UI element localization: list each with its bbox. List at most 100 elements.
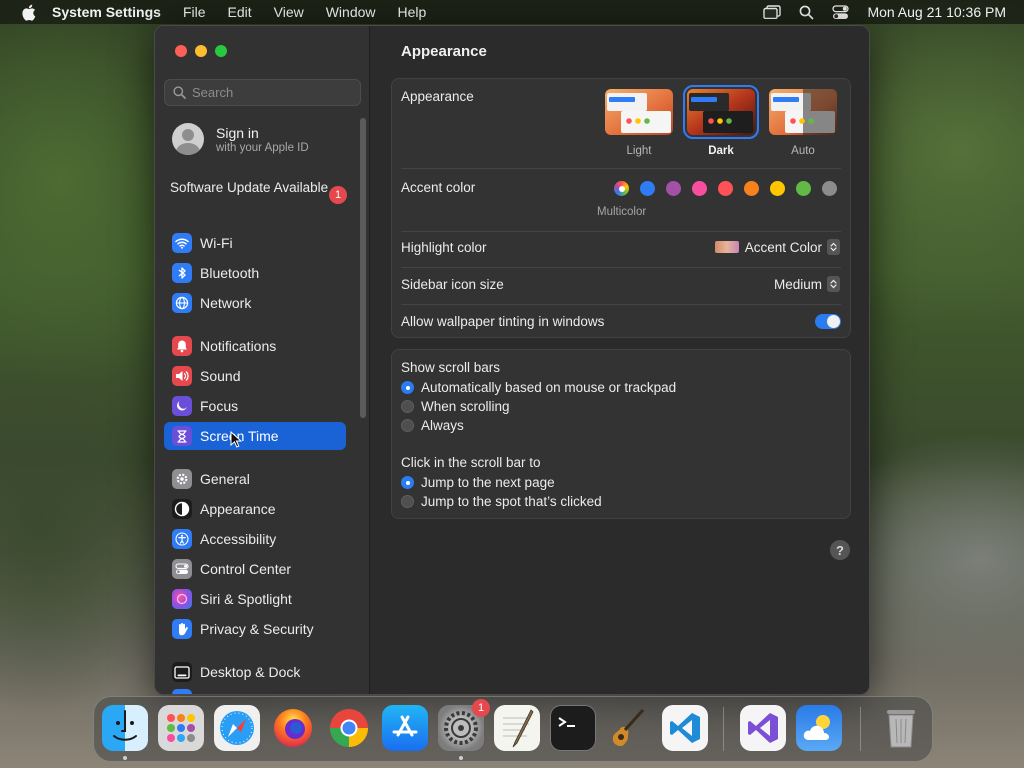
notification-badge: 1 [472, 699, 490, 717]
chevron-updown-icon [827, 239, 840, 255]
accent-color-label: Accent color [401, 180, 476, 195]
wallpaper-tinting-toggle[interactable] [815, 314, 841, 329]
appearance-light-option[interactable] [605, 89, 673, 135]
sidebar-item-siri[interactable]: Siri & Spotlight [164, 585, 346, 613]
mouse-cursor-icon [230, 431, 242, 448]
sidebar-item-label: Sound [200, 368, 241, 384]
sidebar-item-label: Notifications [200, 338, 277, 354]
chrome-icon[interactable] [326, 705, 372, 751]
system-settings-icon[interactable]: 1 [438, 699, 490, 751]
finder-icon[interactable] [102, 705, 148, 751]
safari-icon[interactable] [214, 705, 260, 751]
running-indicator [123, 756, 127, 760]
menu-window[interactable]: Window [326, 4, 376, 20]
wallpaper-tinting-label: Allow wallpaper tinting in windows [401, 314, 605, 329]
accent-green-swatch[interactable] [796, 181, 811, 196]
sidebar-item-sound[interactable]: Sound [164, 362, 346, 390]
menu-app-name[interactable]: System Settings [52, 4, 161, 20]
sidebar-item-wifi[interactable]: Wi-Fi [164, 229, 346, 257]
appearance-label: Appearance [401, 89, 474, 104]
sidebar-item-appearance[interactable]: Appearance [164, 495, 346, 523]
radio-next-page[interactable]: Jump to the next page [401, 475, 555, 490]
radio-auto[interactable]: Automatically based on mouse or trackpad [401, 380, 676, 395]
sidebar-icon-size-popup[interactable]: Medium [774, 276, 840, 292]
sidebar-item-label: Siri & Spotlight [200, 591, 292, 607]
hand-icon [172, 619, 192, 639]
launchpad-icon[interactable] [158, 705, 204, 751]
accent-selected-label: Multicolor [597, 206, 647, 218]
menu-edit[interactable]: Edit [228, 4, 252, 20]
wifi-icon [172, 233, 192, 253]
accent-orange-swatch[interactable] [744, 181, 759, 196]
accent-yellow-swatch[interactable] [770, 181, 785, 196]
sidebar-item-label: Appearance [200, 501, 276, 517]
minimize-button[interactable] [195, 45, 207, 57]
software-update-label: Software Update Available [170, 180, 329, 195]
accent-graphite-swatch[interactable] [822, 181, 837, 196]
control-center-icon[interactable] [832, 4, 850, 20]
appearance-light-label: Light [626, 145, 652, 157]
vscode-icon[interactable] [662, 705, 708, 751]
sidebar-item-general[interactable]: General [164, 465, 346, 493]
accent-multicolor-swatch[interactable] [614, 181, 629, 196]
radio-when-scrolling[interactable]: When scrolling [401, 399, 510, 414]
accent-purple-swatch[interactable] [666, 181, 681, 196]
sidebar-item-privacy[interactable]: Privacy & Security [164, 615, 346, 643]
garageband-icon[interactable] [606, 705, 652, 751]
accent-red-swatch[interactable] [718, 181, 733, 196]
sidebar-item-label: General [200, 471, 250, 487]
close-button[interactable] [175, 45, 187, 57]
menu-help[interactable]: Help [398, 4, 427, 20]
apple-icon[interactable] [18, 2, 38, 22]
radio-button[interactable] [401, 476, 414, 489]
textedit-icon[interactable] [494, 705, 540, 751]
signin-title: Sign in [216, 124, 259, 141]
control-center-icon [172, 559, 192, 579]
radio-button[interactable] [401, 495, 414, 508]
highlight-color-popup[interactable]: Accent Color [714, 239, 840, 255]
terminal-icon[interactable] [550, 705, 596, 751]
accent-blue-swatch[interactable] [640, 181, 655, 196]
appearance-dark-option[interactable] [683, 85, 759, 139]
radio-button[interactable] [401, 400, 414, 413]
spotlight-search-icon[interactable] [799, 5, 814, 20]
trash-icon[interactable] [878, 705, 924, 751]
radio-spot-clicked-label: Jump to the spot that’s clicked [421, 494, 602, 509]
sidebar-item-label: Control Center [200, 561, 292, 577]
help-button[interactable]: ? [830, 540, 850, 560]
weather-icon[interactable] [796, 705, 842, 751]
sidebar-item-focus[interactable]: Focus [164, 392, 346, 420]
divider [401, 267, 841, 268]
app-store-icon[interactable] [382, 705, 428, 751]
click-scroll-bar-label: Click in the scroll bar to [401, 455, 541, 470]
visual-studio-icon[interactable] [740, 705, 786, 751]
menu-file[interactable]: File [183, 4, 206, 20]
radio-always[interactable]: Always [401, 418, 464, 433]
apple-id-signin[interactable]: Sign in with your Apple ID [172, 123, 309, 155]
sidebar-item-accessibility[interactable]: Accessibility [164, 525, 346, 553]
sidebar-item-network[interactable]: Network [164, 289, 346, 317]
menu-clock[interactable]: Mon Aug 21 10:36 PM [867, 4, 1006, 20]
radio-button[interactable] [401, 419, 414, 432]
search-field[interactable] [164, 79, 361, 106]
sidebar-item-control-center[interactable]: Control Center [164, 555, 346, 583]
divider [401, 168, 841, 169]
appearance-card: Appearance Light Dark Auto Accent color … [391, 78, 851, 338]
zoom-button[interactable] [215, 45, 227, 57]
menu-view[interactable]: View [274, 4, 304, 20]
radio-always-label: Always [421, 418, 464, 433]
sidebar-item-screen-time[interactable]: Screen Time [164, 422, 346, 450]
bell-icon [172, 336, 192, 356]
radio-button[interactable] [401, 381, 414, 394]
search-input[interactable] [192, 85, 352, 100]
software-update-item[interactable]: Software Update Available 1 [170, 180, 347, 204]
sidebar-item-bluetooth[interactable]: Bluetooth [164, 259, 346, 287]
radio-spot-clicked[interactable]: Jump to the spot that’s clicked [401, 494, 602, 509]
sidebar-item-desktop-dock[interactable]: Desktop & Dock [164, 658, 346, 686]
sidebar-scrollbar[interactable] [360, 118, 366, 418]
accent-pink-swatch[interactable] [692, 181, 707, 196]
window-overview-icon[interactable] [763, 5, 782, 19]
appearance-auto-option[interactable] [769, 89, 837, 135]
sidebar-item-notifications[interactable]: Notifications [164, 332, 346, 360]
firefox-icon[interactable] [270, 705, 316, 751]
